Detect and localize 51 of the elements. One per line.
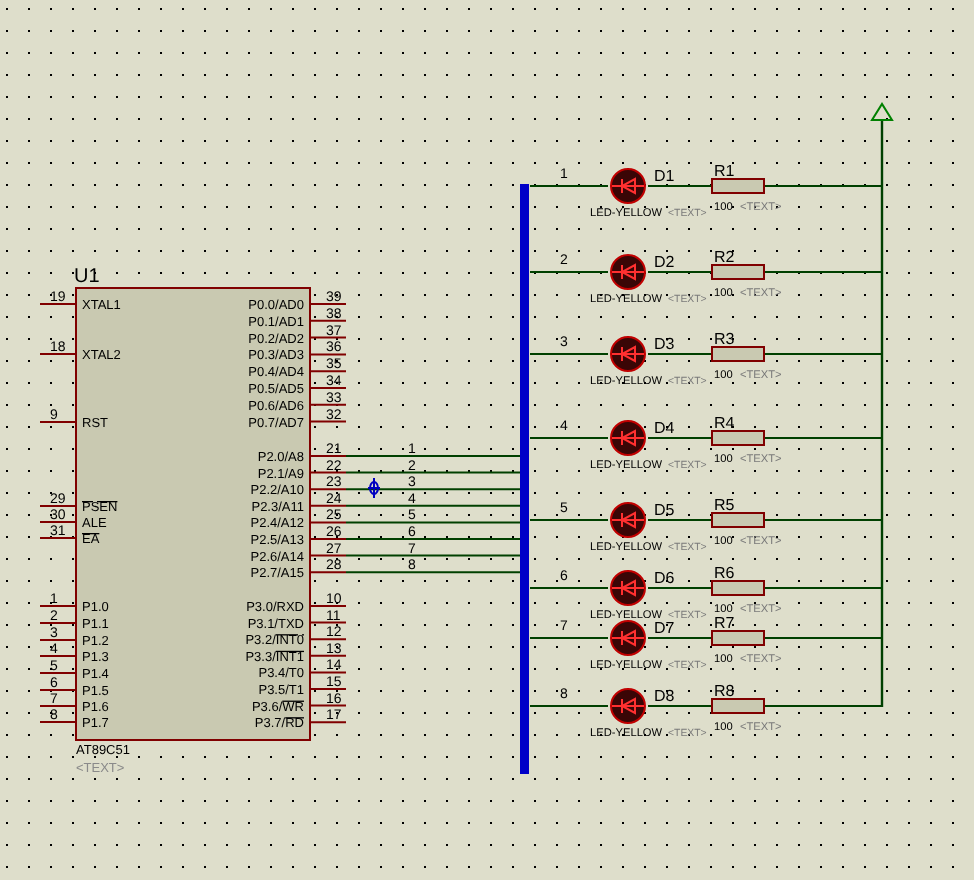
component-reference: R7 <box>714 614 735 632</box>
crosshair-cursor-icon <box>367 477 381 499</box>
led-drawing <box>610 254 646 290</box>
component-reference: U1 <box>74 266 100 288</box>
component-reference: D6 <box>654 569 675 587</box>
resistor <box>711 264 765 280</box>
wire <box>529 185 609 187</box>
led-drawing <box>610 620 646 656</box>
component-reference: D2 <box>654 253 675 271</box>
resistor <box>711 346 765 362</box>
wire <box>647 185 713 187</box>
wire <box>529 353 609 355</box>
wire <box>529 705 609 707</box>
wire <box>647 519 713 521</box>
wire <box>529 587 609 589</box>
component-reference: R8 <box>714 682 735 700</box>
wire <box>529 519 609 521</box>
wire <box>647 587 713 589</box>
wire <box>647 353 713 355</box>
led-drawing <box>610 502 646 538</box>
component-reference: D4 <box>654 419 675 437</box>
power-terminal-icon <box>870 102 894 121</box>
resistor <box>711 630 765 646</box>
wire <box>529 437 609 439</box>
wire <box>647 705 713 707</box>
component-reference: R3 <box>714 330 735 348</box>
component-reference: R6 <box>714 564 735 582</box>
wire <box>529 637 609 639</box>
led-drawing <box>610 420 646 456</box>
resistor <box>711 580 765 596</box>
wire <box>647 271 713 273</box>
wire <box>647 637 713 639</box>
wire <box>647 437 713 439</box>
component-reference: D8 <box>654 687 675 705</box>
component-reference: D5 <box>654 501 675 519</box>
wire <box>529 271 609 273</box>
component-reference: R2 <box>714 248 735 266</box>
component-reference: D3 <box>654 335 675 353</box>
component-reference: R1 <box>714 162 735 180</box>
component-reference: R5 <box>714 496 735 514</box>
component-reference: D1 <box>654 167 675 185</box>
resistor <box>711 430 765 446</box>
resistor <box>711 512 765 528</box>
component-reference: R4 <box>714 414 735 432</box>
resistor <box>711 178 765 194</box>
led-drawing <box>610 688 646 724</box>
component-reference: D7 <box>654 619 675 637</box>
resistor <box>711 698 765 714</box>
led-drawing <box>610 336 646 372</box>
led-drawing <box>610 570 646 606</box>
led-drawing <box>610 168 646 204</box>
